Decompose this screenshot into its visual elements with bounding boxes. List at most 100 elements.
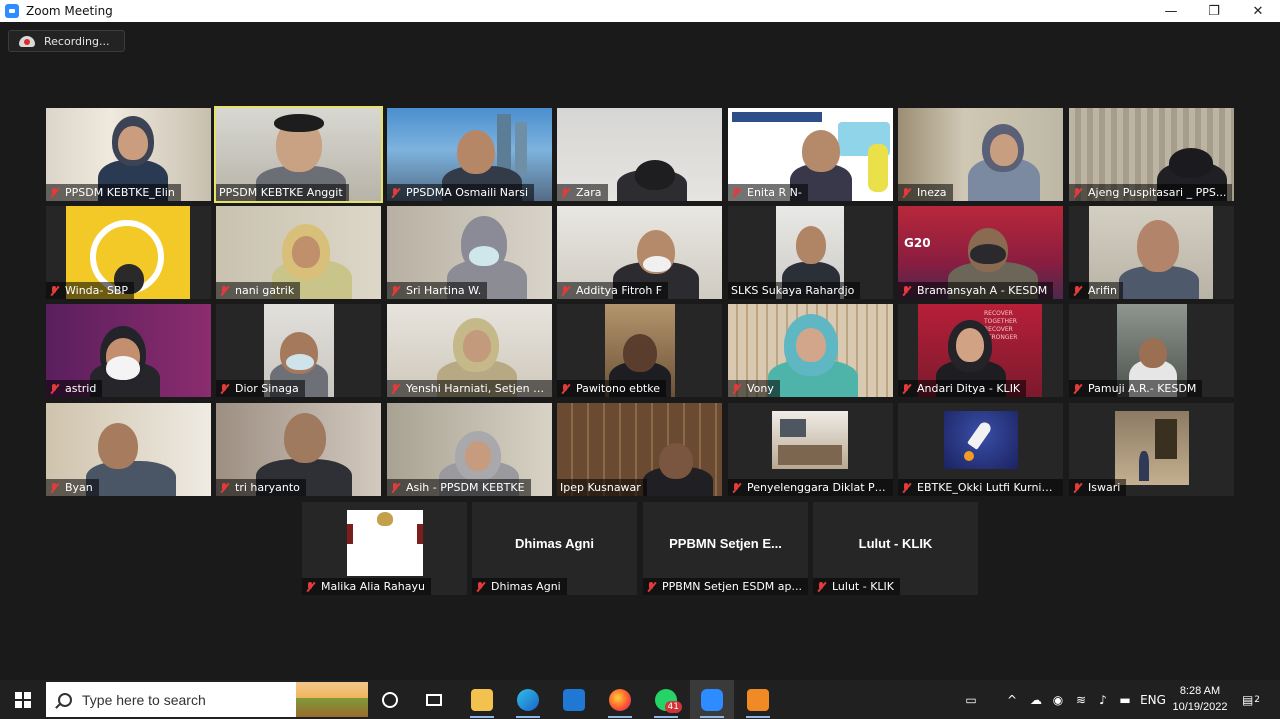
participant-tile[interactable]: Vony xyxy=(728,304,893,397)
participant-name: Additya Fitroh F xyxy=(576,284,663,297)
participant-tile[interactable]: EBTKE_Okki Lutfi Kurnia... xyxy=(898,403,1063,496)
notification-center-button[interactable]: ▤ 2 xyxy=(1236,680,1266,719)
participant-tile[interactable]: Pawitono ebtke xyxy=(557,304,722,397)
participant-name-bar: PPSDM KEBTKE Anggit xyxy=(216,184,349,201)
cloud-recording-icon xyxy=(19,35,35,47)
participant-tile[interactable]: Zara xyxy=(557,108,722,201)
taskbar-edge[interactable] xyxy=(506,680,550,719)
participant-name-bar: Pawitono ebtke xyxy=(557,380,666,397)
participant-tile[interactable]: Byan xyxy=(46,403,211,496)
participant-name: Pamuji A.R.- KESDM xyxy=(1088,382,1197,395)
participant-tile[interactable]: Winda- SBP xyxy=(46,206,211,299)
participant-name: Pawitono ebtke xyxy=(576,382,660,395)
muted-mic-icon xyxy=(560,187,570,199)
participant-tile[interactable]: PPBMN Setjen E... PPBMN Setjen ESDM ap..… xyxy=(643,502,808,595)
participant-name: PPSDM KEBTKE Anggit xyxy=(219,186,343,199)
participant-tile[interactable]: RECOVER TOGETHER RECOVER STRONGER Andari… xyxy=(898,304,1063,397)
participant-name: astrid xyxy=(65,382,97,395)
participant-tile[interactable]: Iswari xyxy=(1069,403,1234,496)
taskbar-zoom[interactable] xyxy=(690,680,734,719)
participant-tile[interactable]: Penyelenggara Diklat PP... xyxy=(728,403,893,496)
participant-tile[interactable]: astrid xyxy=(46,304,211,397)
participant-tile[interactable]: PPSDM KEBTKE_Elin xyxy=(46,108,211,201)
taskbar-whatsapp[interactable]: 41 xyxy=(644,680,688,719)
folder-icon xyxy=(471,688,493,711)
participant-tile[interactable]: Enita R N- xyxy=(728,108,893,201)
muted-mic-icon xyxy=(49,285,59,297)
participant-name-bar: Vony xyxy=(728,380,780,397)
participant-tile-active-speaker[interactable]: PPSDM KEBTKE Anggit xyxy=(214,106,383,203)
participant-name-bar: Arifin xyxy=(1069,282,1124,299)
start-button[interactable] xyxy=(0,680,45,719)
participant-name: PPBMN Setjen ESDM ap... xyxy=(662,580,802,593)
participant-tile[interactable]: Malika Alia Rahayu xyxy=(302,502,467,595)
close-button[interactable]: ✕ xyxy=(1236,0,1280,22)
participant-display-name: Lulut - KLIK xyxy=(858,536,933,551)
taskbar-mail[interactable] xyxy=(552,680,596,719)
participant-tile[interactable]: SLKS Sukaya Rahardjo xyxy=(728,206,893,299)
participant-tile[interactable]: nani gatrik xyxy=(216,206,381,299)
language-indicator[interactable]: ENG xyxy=(1138,680,1168,719)
participant-tile[interactable]: Pamuji A.R.- KESDM xyxy=(1069,304,1234,397)
participant-name-bar: Dhimas Agni xyxy=(472,578,567,595)
participant-tile[interactable]: PPSDMA Osmaili Narsi xyxy=(387,108,552,201)
participant-tile[interactable]: Dhimas Agni Dhimas Agni xyxy=(472,502,637,595)
participant-name-bar: Pamuji A.R.- KESDM xyxy=(1069,380,1203,397)
webcam-icon[interactable]: ◉ xyxy=(1048,680,1068,719)
participant-name: Ipep Kusnawar xyxy=(560,481,641,494)
participant-name: PPSDM KEBTKE_Elin xyxy=(65,186,175,199)
video-feed xyxy=(772,411,848,469)
keyboard-tray-icon[interactable]: ▭ xyxy=(956,680,986,719)
cortana-button[interactable] xyxy=(368,680,412,719)
participant-tile[interactable]: Sri Hartina W. xyxy=(387,206,552,299)
participant-tile[interactable]: Yenshi Harniati, Setjen D... xyxy=(387,304,552,397)
battery-icon[interactable]: ▬ xyxy=(1114,680,1136,719)
maximize-button[interactable]: ❐ xyxy=(1192,0,1236,22)
muted-mic-icon xyxy=(1072,383,1082,395)
muted-mic-icon xyxy=(731,383,741,395)
participant-tile[interactable]: G20 Bramansyah A - KESDM xyxy=(898,206,1063,299)
taskbar-media-player[interactable] xyxy=(736,680,780,719)
firefox-icon xyxy=(609,688,631,711)
volume-icon[interactable]: ♪ xyxy=(1094,680,1112,719)
participant-name-bar: Byan xyxy=(46,479,99,496)
weather-cloud-icon[interactable]: ☁ xyxy=(1026,680,1046,719)
taskbar-firefox[interactable] xyxy=(598,680,642,719)
muted-mic-icon xyxy=(219,482,229,494)
participant-name-bar: PPBMN Setjen ESDM ap... xyxy=(643,578,808,595)
participant-tile[interactable]: Asih - PPSDM KEBTKE xyxy=(387,403,552,496)
show-hidden-icons-chevron-icon[interactable]: ^ xyxy=(1002,680,1022,719)
participant-name-bar: Penyelenggara Diklat PP... xyxy=(728,479,893,496)
participant-tile[interactable]: Dior Sinaga xyxy=(216,304,381,397)
participant-tile[interactable]: Ajeng Puspitasari _ PPS... xyxy=(1069,108,1234,201)
recording-indicator[interactable]: Recording... xyxy=(8,30,125,52)
participant-tile[interactable]: Additya Fitroh F xyxy=(557,206,722,299)
windows-taskbar: Type here to search 41 ▭ ^ ☁ ◉ ≋ ♪ ▬ ENG… xyxy=(0,680,1280,719)
participant-name: Vony xyxy=(747,382,774,395)
minimize-button[interactable]: — xyxy=(1149,0,1193,22)
participant-tile[interactable]: Lulut - KLIK Lulut - KLIK xyxy=(813,502,978,595)
muted-mic-icon xyxy=(731,187,741,199)
muted-mic-icon xyxy=(901,482,911,494)
wifi-icon[interactable]: ≋ xyxy=(1070,680,1092,719)
participant-name: tri haryanto xyxy=(235,481,300,494)
whatsapp-unread-badge: 41 xyxy=(664,701,682,713)
muted-mic-icon xyxy=(901,187,911,199)
participant-name-bar: Yenshi Harniati, Setjen D... xyxy=(387,380,552,397)
taskbar-clock[interactable]: 8:28 AM 10/19/2022 xyxy=(1168,683,1232,715)
taskbar-search-box[interactable]: Type here to search xyxy=(46,682,368,717)
muted-mic-icon xyxy=(390,383,400,395)
muted-mic-icon xyxy=(390,285,400,297)
participant-name-bar: PPSDM KEBTKE_Elin xyxy=(46,184,181,201)
participant-tile[interactable]: tri haryanto xyxy=(216,403,381,496)
participant-name: PPSDMA Osmaili Narsi xyxy=(406,186,529,199)
participant-name: Asih - PPSDM KEBTKE xyxy=(406,481,525,494)
taskbar-file-explorer[interactable] xyxy=(460,680,504,719)
participant-name-bar: Andari Ditya - KLIK xyxy=(898,380,1027,397)
participant-tile[interactable]: Ineza xyxy=(898,108,1063,201)
task-view-button[interactable] xyxy=(412,680,456,719)
participant-tile[interactable]: Arifin xyxy=(1069,206,1234,299)
mail-icon xyxy=(563,688,585,711)
participant-tile[interactable]: Ipep Kusnawar xyxy=(557,403,722,496)
meeting-gallery: Recording... PPSDM KEBTKE_Elin PPSDM KEB… xyxy=(0,22,1280,680)
